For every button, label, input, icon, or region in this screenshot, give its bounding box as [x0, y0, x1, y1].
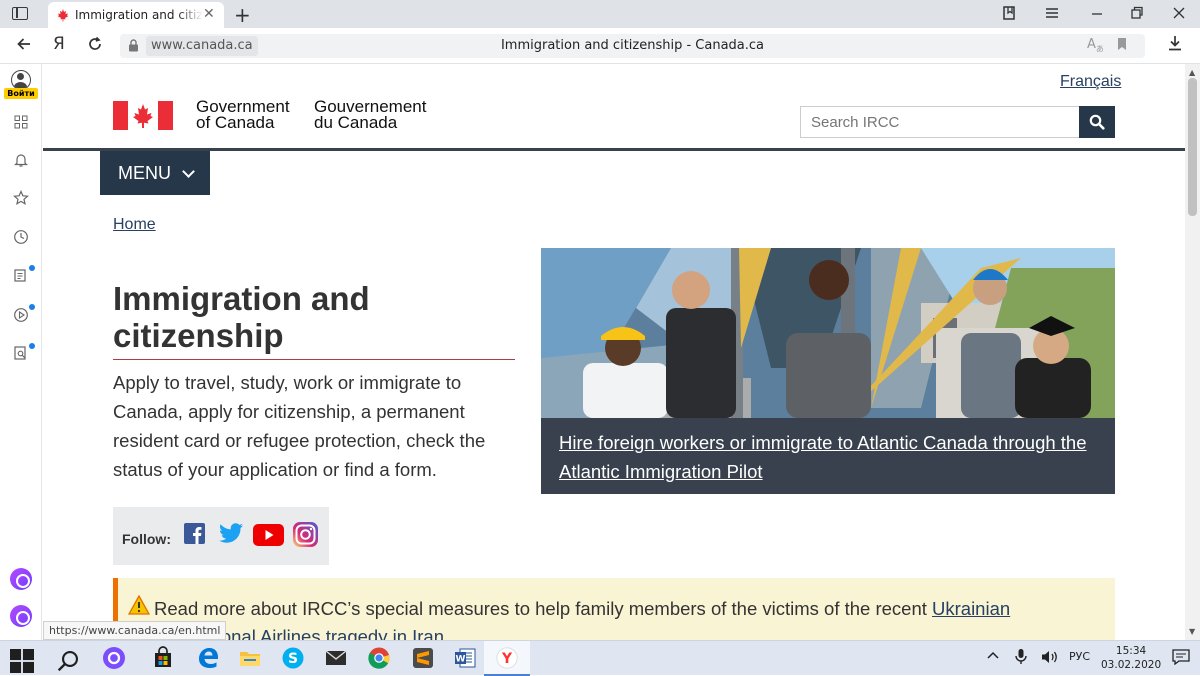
signature-english[interactable]: Government of Canada: [196, 98, 296, 131]
tab-title: Immigration and citizenship - Canada.ca: [75, 8, 203, 22]
signature-french[interactable]: Gouvernement du Canada: [314, 98, 434, 131]
youtube-icon[interactable]: [253, 524, 284, 546]
link-hover-status-url: https://www.canada.ca/en.html: [43, 621, 227, 640]
minimize-window-icon[interactable]: [1090, 5, 1104, 25]
search-button[interactable]: [1079, 106, 1115, 138]
page-scrollbar[interactable]: ▲ ▼: [1185, 64, 1200, 640]
microphone-icon[interactable]: [1014, 648, 1028, 668]
webpage-viewport: Français Government of Canada Gouverneme…: [43, 64, 1185, 640]
title-underline: [113, 359, 515, 360]
restore-window-icon[interactable]: [1130, 5, 1144, 25]
feature-promo[interactable]: Hire foreign workers or immigrate to Atl…: [541, 248, 1115, 494]
intro-paragraph: Apply to travel, study, work or immigrat…: [113, 372, 486, 480]
scroll-down-arrow-icon[interactable]: ▼: [1189, 627, 1195, 636]
yandex-logo-icon[interactable]: Я: [53, 34, 65, 54]
browser-address-bar: Я www.canada.ca Immigration and citizens…: [0, 28, 1200, 64]
translate-icon[interactable]: Aあ: [1087, 37, 1104, 55]
address-field[interactable]: www.canada.ca Immigration and citizenshi…: [120, 34, 1145, 58]
keyboard-language-indicator[interactable]: РУС: [1069, 650, 1090, 663]
tray-expand-chevron-icon[interactable]: [986, 648, 1000, 667]
svg-text:Y: Y: [501, 651, 513, 667]
maple-leaf-favicon-icon: [57, 9, 69, 22]
store-bag-icon[interactable]: [150, 646, 176, 670]
search-document-icon[interactable]: [10, 345, 32, 367]
history-clock-icon[interactable]: [10, 229, 32, 251]
feed-notification-dot: [29, 265, 35, 271]
skype-icon[interactable]: S: [280, 646, 306, 670]
yandex-browser-icon[interactable]: Y: [494, 646, 520, 670]
volume-icon[interactable]: [1041, 649, 1059, 668]
main-menu-button[interactable]: MENU: [100, 151, 210, 195]
system-clock[interactable]: 15:34 03.02.2020: [1101, 644, 1161, 672]
address-page-title: Immigration and citizenship - Canada.ca: [500, 38, 765, 53]
download-icon[interactable]: [1167, 35, 1183, 56]
word-icon[interactable]: W: [452, 646, 478, 670]
video-notification-dot: [29, 304, 35, 310]
search-notification-dot: [29, 343, 35, 349]
svg-text:W: W: [456, 655, 466, 665]
edge-browser-icon[interactable]: [195, 646, 221, 670]
atlantic-pilot-link[interactable]: Hire foreign workers or immigrate to Atl…: [559, 432, 1087, 482]
bookmark-flag-icon[interactable]: [1117, 37, 1127, 55]
search-icon: [1089, 114, 1105, 130]
warning-triangle-icon: [128, 595, 150, 615]
reload-icon[interactable]: [87, 36, 103, 57]
atlantic-canada-promo-image: [541, 248, 1115, 418]
mail-icon[interactable]: [323, 646, 349, 670]
windows-start-icon[interactable]: [9, 649, 35, 673]
notifications-bell-icon[interactable]: [10, 152, 32, 174]
sidebar-toggle-icon[interactable]: [12, 7, 28, 20]
svg-text:S: S: [288, 651, 298, 667]
close-window-icon[interactable]: [1172, 5, 1186, 25]
browser-menu-icon[interactable]: [1044, 5, 1060, 25]
scrollbar-thumb[interactable]: [1188, 78, 1197, 216]
language-toggle-link[interactable]: Français: [1060, 73, 1121, 91]
windows-taskbar: S W Y РУС 15:34 03.02.2020: [0, 640, 1200, 676]
apps-grid-icon[interactable]: [10, 113, 32, 135]
video-play-icon[interactable]: [10, 307, 32, 329]
alice-chat-icon[interactable]: [10, 568, 32, 590]
alert-message: Read more about IRCC’s special measures …: [154, 595, 1094, 640]
login-badge[interactable]: Войти: [4, 88, 38, 99]
scroll-up-arrow-icon[interactable]: ▲: [1189, 68, 1195, 77]
back-arrow-icon[interactable]: [16, 36, 32, 57]
warning-alert-banner: Read more about IRCC’s special measures …: [113, 578, 1115, 640]
sublime-text-icon[interactable]: [410, 646, 436, 670]
instagram-icon[interactable]: [292, 521, 319, 548]
browser-tab-bar: Immigration and citizenship - Canada.ca …: [0, 0, 1200, 28]
zen-feed-icon[interactable]: [10, 267, 32, 289]
twitter-icon[interactable]: [219, 523, 244, 544]
social-follow-box: Follow:: [113, 507, 329, 565]
page-title: Immigration and citizenship: [113, 280, 370, 354]
chrome-icon[interactable]: [366, 646, 392, 670]
tab-close-icon[interactable]: ✕: [203, 6, 215, 22]
favorites-star-icon[interactable]: [10, 190, 32, 212]
header-divider: [43, 148, 1185, 151]
breadcrumb-home-link[interactable]: Home: [113, 216, 156, 234]
taskbar-search-icon[interactable]: [55, 649, 81, 673]
notifications-center-icon[interactable]: [1172, 649, 1190, 668]
search-input[interactable]: [800, 106, 1080, 138]
new-tab-button[interactable]: +: [234, 3, 251, 27]
facebook-icon[interactable]: [184, 523, 205, 544]
canada-flag-icon: [113, 101, 173, 130]
profile-avatar-icon[interactable]: [11, 70, 31, 90]
follow-label: Follow:: [122, 531, 171, 547]
file-explorer-icon[interactable]: [237, 646, 263, 670]
alice-taskbar-icon[interactable]: [101, 646, 127, 670]
browser-side-panel: Войти: [0, 64, 42, 640]
promo-caption: Hire foreign workers or immigrate to Atl…: [541, 418, 1115, 494]
alice-assistant-icon[interactable]: [10, 605, 32, 627]
browser-tab-active[interactable]: Immigration and citizenship - Canada.ca …: [48, 2, 224, 28]
bookmarks-icon[interactable]: [1002, 5, 1018, 25]
chevron-down-icon: [182, 165, 195, 178]
